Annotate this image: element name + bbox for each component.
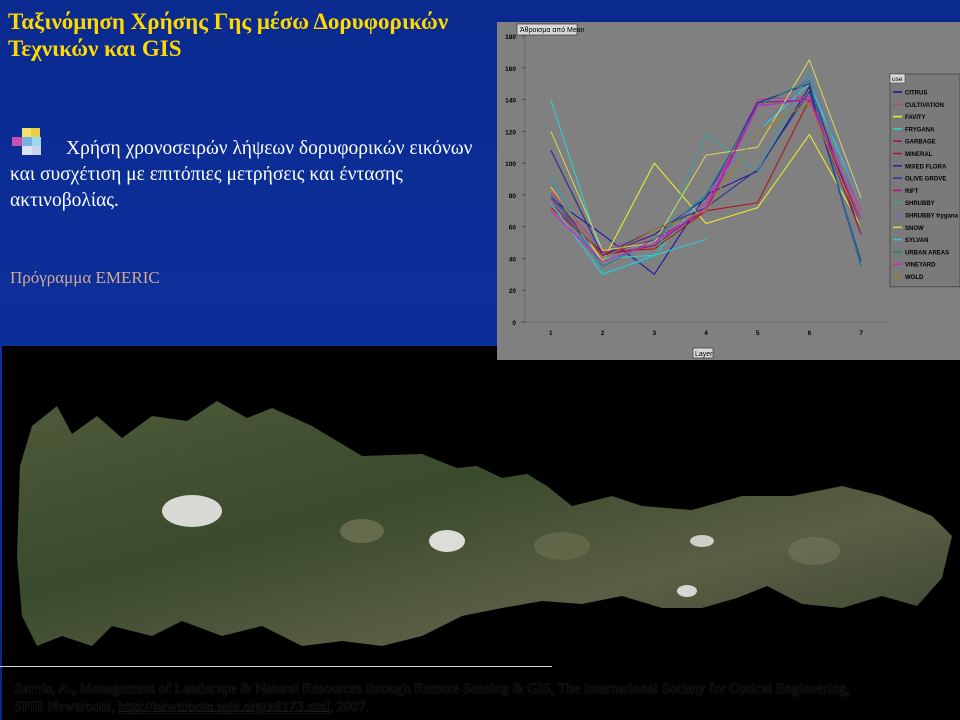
citation-text: Management of Landscape & Natural Resour… [76, 681, 851, 697]
series-line [550, 99, 862, 256]
legend-entry: CULTIVATION [905, 103, 944, 109]
legend-entry: URBAN AREAS [905, 250, 949, 256]
x-tick-label: 7 [859, 330, 863, 337]
series-line [550, 90, 862, 262]
legend-entry: FRYGANA [905, 127, 935, 133]
series-line [550, 95, 862, 252]
x-tick-label: 6 [808, 330, 812, 337]
citation: Sarris, A., Management of Landscape & Na… [14, 680, 954, 716]
citation-author: Sarris, A., [14, 681, 77, 697]
legend-entry: CITRUS [905, 91, 927, 97]
y-tick-label: 40 [509, 256, 517, 263]
legend-entry: SYLVAN [905, 238, 928, 244]
legend-entry: SNOW [905, 226, 924, 232]
citation-line2-suffix: , 2007. [329, 699, 370, 715]
chart-title: Άθροισμα από Mean [520, 26, 585, 34]
legend-title: use [892, 76, 903, 83]
y-tick-label: 60 [509, 225, 517, 232]
y-tick-label: 140 [505, 98, 516, 105]
x-tick-label: 5 [756, 330, 760, 337]
series-line [550, 99, 862, 256]
x-tick-label: 3 [652, 330, 656, 337]
legend-entry: WOLD [905, 275, 924, 281]
y-tick-label: 100 [505, 161, 516, 168]
citation-line2-prefix: SPIE Newsroom, [14, 699, 119, 715]
chart-svg: Άθροισμα από Mean 0 20 40 60 80 100 120 140 160 18… [505, 23, 960, 359]
x-axis-label: Layer [695, 351, 713, 358]
legend-entry: VINEYARD [905, 263, 936, 269]
program-label: Πρόγραμμα EMERIC [10, 268, 160, 287]
x-tick-label: 1 [549, 330, 553, 337]
x-tick-label: 2 [601, 330, 605, 337]
citation-link[interactable]: http://newsroom.spie.org/x6173.xml [118, 699, 329, 715]
legend-entry: MINERAL [905, 152, 933, 158]
legend-entry: RIFT [905, 189, 919, 195]
body-text: Χρήση χρονοσειρών λήψεων δορυφορικών εικ… [10, 138, 473, 211]
satellite-image-of-crete [2, 346, 960, 720]
y-tick-label: 120 [505, 129, 516, 136]
x-tick-label: 4 [704, 330, 708, 337]
series-line [550, 101, 862, 260]
y-tick-label: 0 [512, 320, 516, 327]
y-tick-label: 180 [505, 34, 516, 41]
y-tick-label: 80 [509, 193, 517, 200]
island-shape [17, 401, 952, 646]
y-tick-label: 20 [509, 288, 517, 295]
citation-rule [0, 666, 552, 667]
legend-entry: FAVITY [905, 115, 926, 121]
legend-entry: SHRUBBY [905, 201, 935, 207]
legend-entry: SHRUBBY frygana [905, 214, 959, 220]
legend-entry: MIXED FLORA [905, 164, 947, 170]
series-line [550, 98, 862, 253]
y-tick-label: 160 [505, 66, 516, 73]
legend-entry: OLIVE GROVE [905, 177, 946, 183]
line-chart: Άθροισμα από Mean 0 20 40 60 80 100 120 140 160 18… [497, 22, 960, 360]
slide-title: Ταξινόμηση Χρήσης Γης μέσω Δορυφορικών Τ… [8, 9, 449, 61]
legend-entry: GARBAGE [905, 140, 936, 146]
